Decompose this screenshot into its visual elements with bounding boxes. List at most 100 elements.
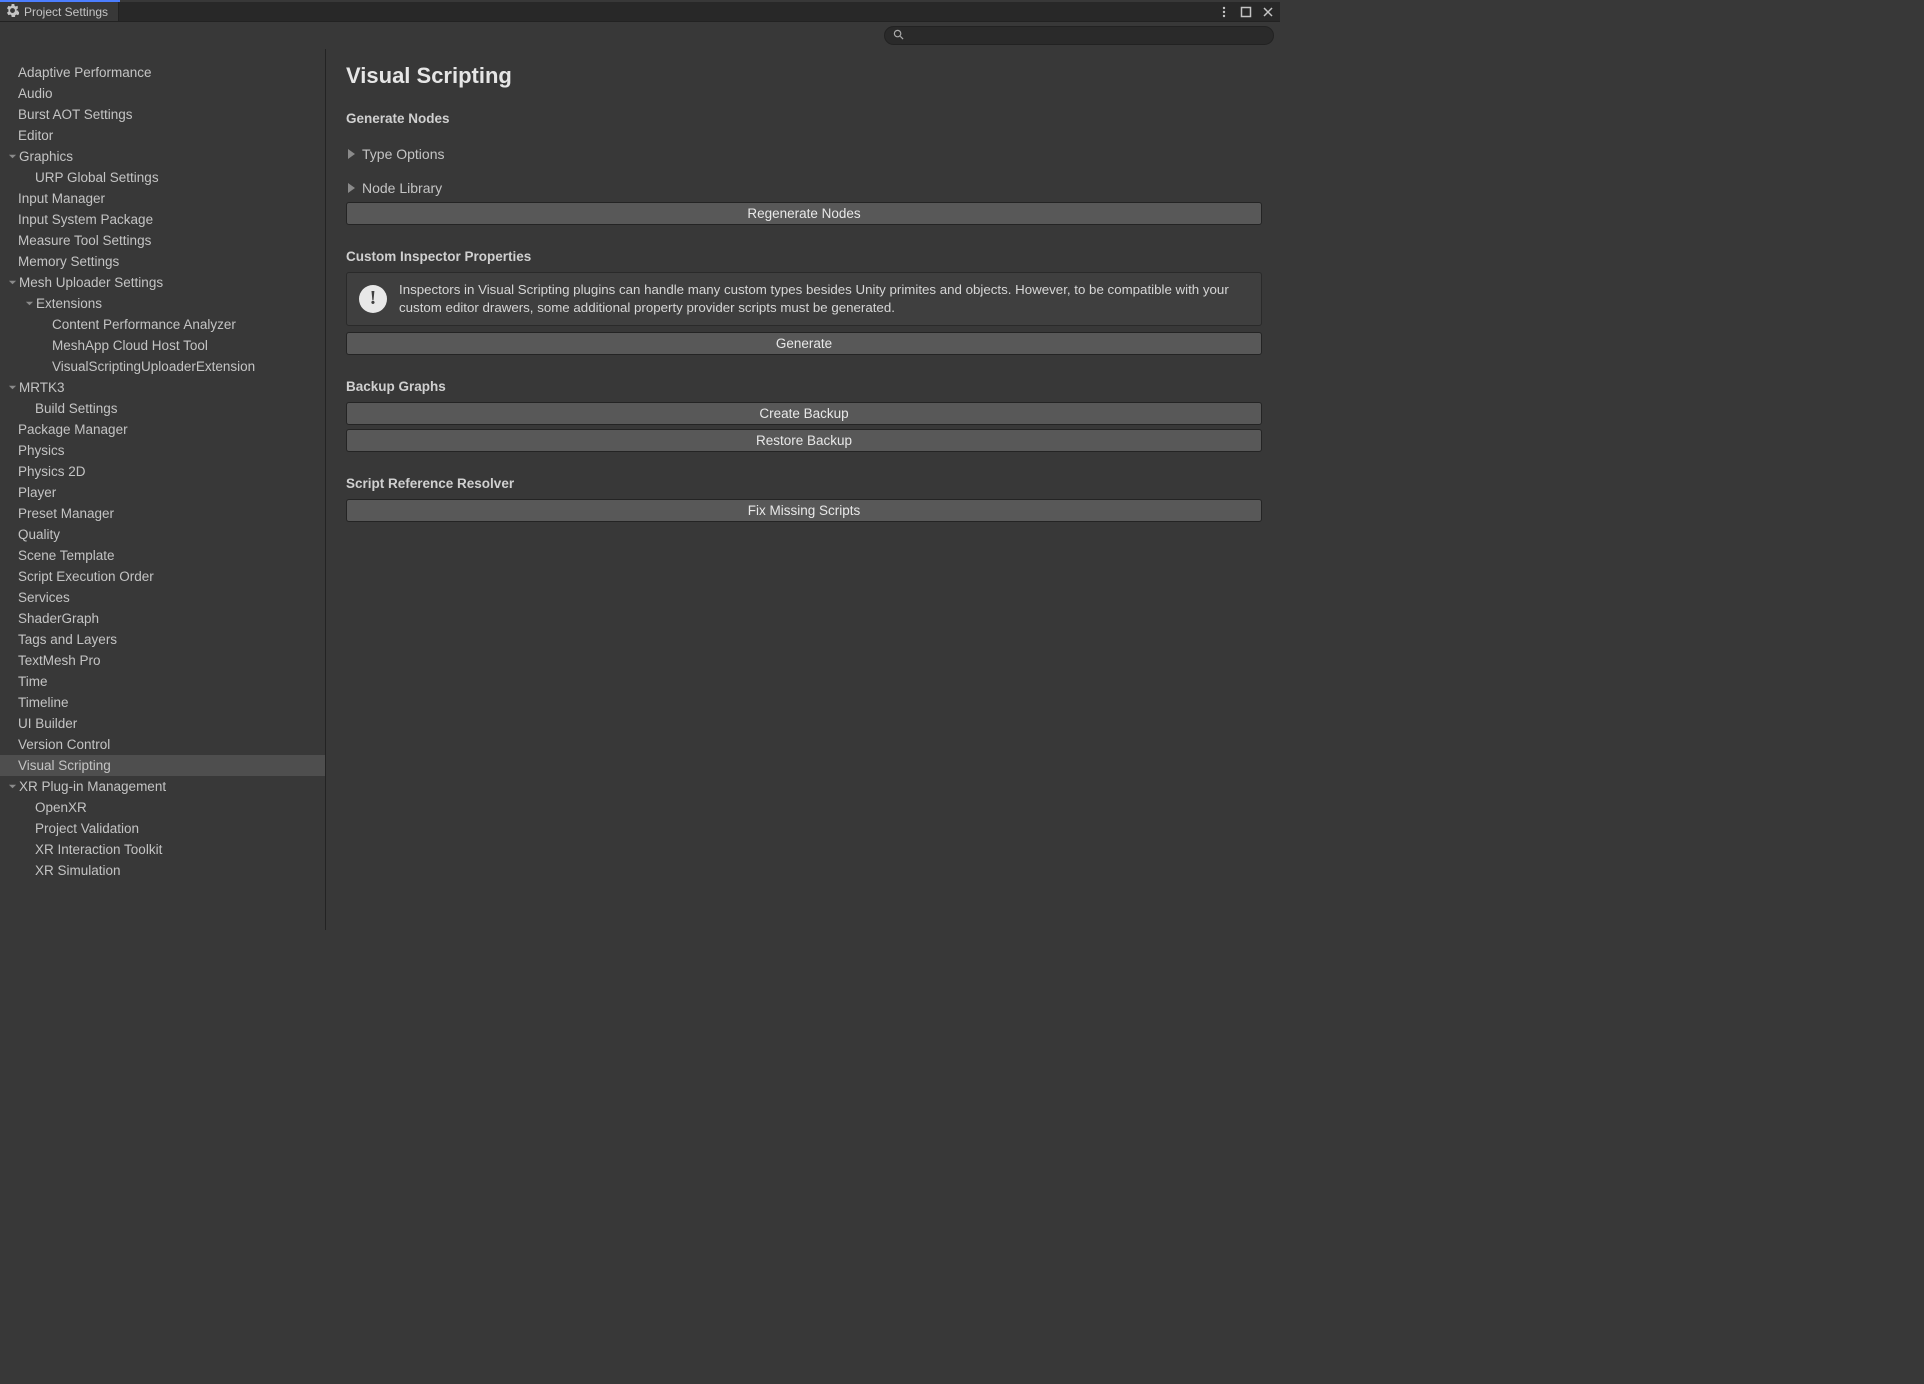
sidebar-item-label: Burst AOT Settings: [18, 107, 133, 122]
sidebar-item-mrtk3[interactable]: MRTK3: [0, 377, 325, 398]
sidebar-item-graphics[interactable]: Graphics: [0, 146, 325, 167]
titlebar-controls: [1216, 2, 1280, 21]
sidebar-item-meshapp-cloud-host-tool[interactable]: MeshApp Cloud Host Tool: [0, 335, 325, 356]
sidebar-item-label: Visual Scripting: [18, 758, 111, 773]
sidebar-item-label: MeshApp Cloud Host Tool: [52, 338, 208, 353]
sidebar-item-timeline[interactable]: Timeline: [0, 692, 325, 713]
sidebar-item-label: Memory Settings: [18, 254, 119, 269]
sidebar-item-label: Build Settings: [35, 401, 118, 416]
sidebar-item-xr-simulation[interactable]: XR Simulation: [0, 860, 325, 881]
sidebar-item-project-validation[interactable]: Project Validation: [0, 818, 325, 839]
foldout-type-options[interactable]: Type Options: [346, 146, 1262, 162]
sidebar-item-label: VisualScriptingUploaderExtension: [52, 359, 255, 374]
sidebar-item-tags-and-layers[interactable]: Tags and Layers: [0, 629, 325, 650]
sidebar-item-label: Adaptive Performance: [18, 65, 152, 80]
info-message: Inspectors in Visual Scripting plugins c…: [399, 281, 1249, 317]
sidebar-item-shadergraph[interactable]: ShaderGraph: [0, 608, 325, 629]
window-title: Project Settings: [24, 5, 108, 19]
sidebar-item-openxr[interactable]: OpenXR: [0, 797, 325, 818]
sidebar-item-build-settings[interactable]: Build Settings: [0, 398, 325, 419]
sidebar-item-package-manager[interactable]: Package Manager: [0, 419, 325, 440]
info-icon: !: [359, 285, 387, 313]
sidebar-item-measure-tool-settings[interactable]: Measure Tool Settings: [0, 230, 325, 251]
kebab-menu-icon[interactable]: [1216, 4, 1232, 20]
generate-button[interactable]: Generate: [346, 332, 1262, 355]
sidebar-item-physics[interactable]: Physics: [0, 440, 325, 461]
caret-down-icon: [6, 382, 18, 394]
sidebar-item-label: Scene Template: [18, 548, 115, 563]
section-backup-heading: Backup Graphs: [346, 379, 1262, 394]
sidebar-item-content-performance-analyzer[interactable]: Content Performance Analyzer: [0, 314, 325, 335]
section-resolver-heading: Script Reference Resolver: [346, 476, 1262, 491]
sidebar-item-label: Audio: [18, 86, 53, 101]
sidebar-item-player[interactable]: Player: [0, 482, 325, 503]
sidebar-item-label: MRTK3: [19, 380, 65, 395]
sidebar-item-label: Tags and Layers: [18, 632, 117, 647]
caret-right-icon: [348, 183, 355, 193]
section-custom-inspector-heading: Custom Inspector Properties: [346, 249, 1262, 264]
sidebar-item-label: XR Interaction Toolkit: [35, 842, 162, 857]
sidebar-item-label: Version Control: [18, 737, 110, 752]
sidebar-item-ui-builder[interactable]: UI Builder: [0, 713, 325, 734]
sidebar-item-label: UI Builder: [18, 716, 77, 731]
sidebar-item-textmesh-pro[interactable]: TextMesh Pro: [0, 650, 325, 671]
sidebar-item-label: Input System Package: [18, 212, 153, 227]
foldout-node-library[interactable]: Node Library: [346, 180, 1262, 196]
sidebar-item-visualscriptinguploaderextension[interactable]: VisualScriptingUploaderExtension: [0, 356, 325, 377]
sidebar-item-urp-global-settings[interactable]: URP Global Settings: [0, 167, 325, 188]
sidebar-item-label: Extensions: [36, 296, 102, 311]
sidebar-item-label: Physics: [18, 443, 65, 458]
sidebar-item-preset-manager[interactable]: Preset Manager: [0, 503, 325, 524]
search-icon: [893, 28, 904, 43]
sidebar-item-label: TextMesh Pro: [18, 653, 101, 668]
sidebar-item-audio[interactable]: Audio: [0, 83, 325, 104]
sidebar-item-extensions[interactable]: Extensions: [0, 293, 325, 314]
sidebar-item-label: XR Plug-in Management: [19, 779, 166, 794]
search-input[interactable]: [910, 29, 1265, 43]
caret-down-icon: [6, 781, 18, 793]
create-backup-button[interactable]: Create Backup: [346, 402, 1262, 425]
sidebar-item-memory-settings[interactable]: Memory Settings: [0, 251, 325, 272]
sidebar-item-time[interactable]: Time: [0, 671, 325, 692]
regenerate-nodes-button[interactable]: Regenerate Nodes: [346, 202, 1262, 225]
close-icon[interactable]: [1260, 4, 1276, 20]
sidebar-item-label: Script Execution Order: [18, 569, 154, 584]
gear-icon: [6, 4, 19, 20]
sidebar-item-input-manager[interactable]: Input Manager: [0, 188, 325, 209]
sidebar-item-burst-aot-settings[interactable]: Burst AOT Settings: [0, 104, 325, 125]
sidebar-item-label: Mesh Uploader Settings: [19, 275, 163, 290]
sidebar-item-editor[interactable]: Editor: [0, 125, 325, 146]
sidebar-item-label: Preset Manager: [18, 506, 114, 521]
sidebar-item-physics-2d[interactable]: Physics 2D: [0, 461, 325, 482]
sidebar-item-version-control[interactable]: Version Control: [0, 734, 325, 755]
restore-backup-button[interactable]: Restore Backup: [346, 429, 1262, 452]
caret-down-icon: [6, 151, 18, 163]
sidebar-item-label: Services: [18, 590, 70, 605]
sidebar-item-label: URP Global Settings: [35, 170, 159, 185]
sidebar-item-input-system-package[interactable]: Input System Package: [0, 209, 325, 230]
sidebar-item-label: Editor: [18, 128, 53, 143]
fix-missing-scripts-button[interactable]: Fix Missing Scripts: [346, 499, 1262, 522]
sidebar-item-xr-interaction-toolkit[interactable]: XR Interaction Toolkit: [0, 839, 325, 860]
sidebar-item-adaptive-performance[interactable]: Adaptive Performance: [0, 62, 325, 83]
info-box: ! Inspectors in Visual Scripting plugins…: [346, 272, 1262, 326]
settings-sidebar[interactable]: Adaptive Performance Audio Burst AOT Setti…: [0, 49, 326, 930]
sidebar-item-script-execution-order[interactable]: Script Execution Order: [0, 566, 325, 587]
search-box[interactable]: [884, 26, 1274, 45]
maximize-icon[interactable]: [1238, 4, 1254, 20]
sidebar-item-quality[interactable]: Quality: [0, 524, 325, 545]
sidebar-item-services[interactable]: Services: [0, 587, 325, 608]
caret-down-icon: [6, 277, 18, 289]
sidebar-item-xr-plug-in-management[interactable]: XR Plug-in Management: [0, 776, 325, 797]
sidebar-item-visual-scripting[interactable]: Visual Scripting: [0, 755, 325, 776]
sidebar-item-label: Graphics: [19, 149, 73, 164]
sidebar-item-mesh-uploader-settings[interactable]: Mesh Uploader Settings: [0, 272, 325, 293]
window-tab[interactable]: Project Settings: [0, 2, 119, 21]
toolbar: [0, 22, 1280, 49]
foldout-label: Node Library: [362, 180, 442, 196]
foldout-label: Type Options: [362, 146, 445, 162]
titlebar: Project Settings: [0, 2, 1280, 22]
sidebar-item-label: Input Manager: [18, 191, 105, 206]
sidebar-item-label: Package Manager: [18, 422, 128, 437]
sidebar-item-scene-template[interactable]: Scene Template: [0, 545, 325, 566]
